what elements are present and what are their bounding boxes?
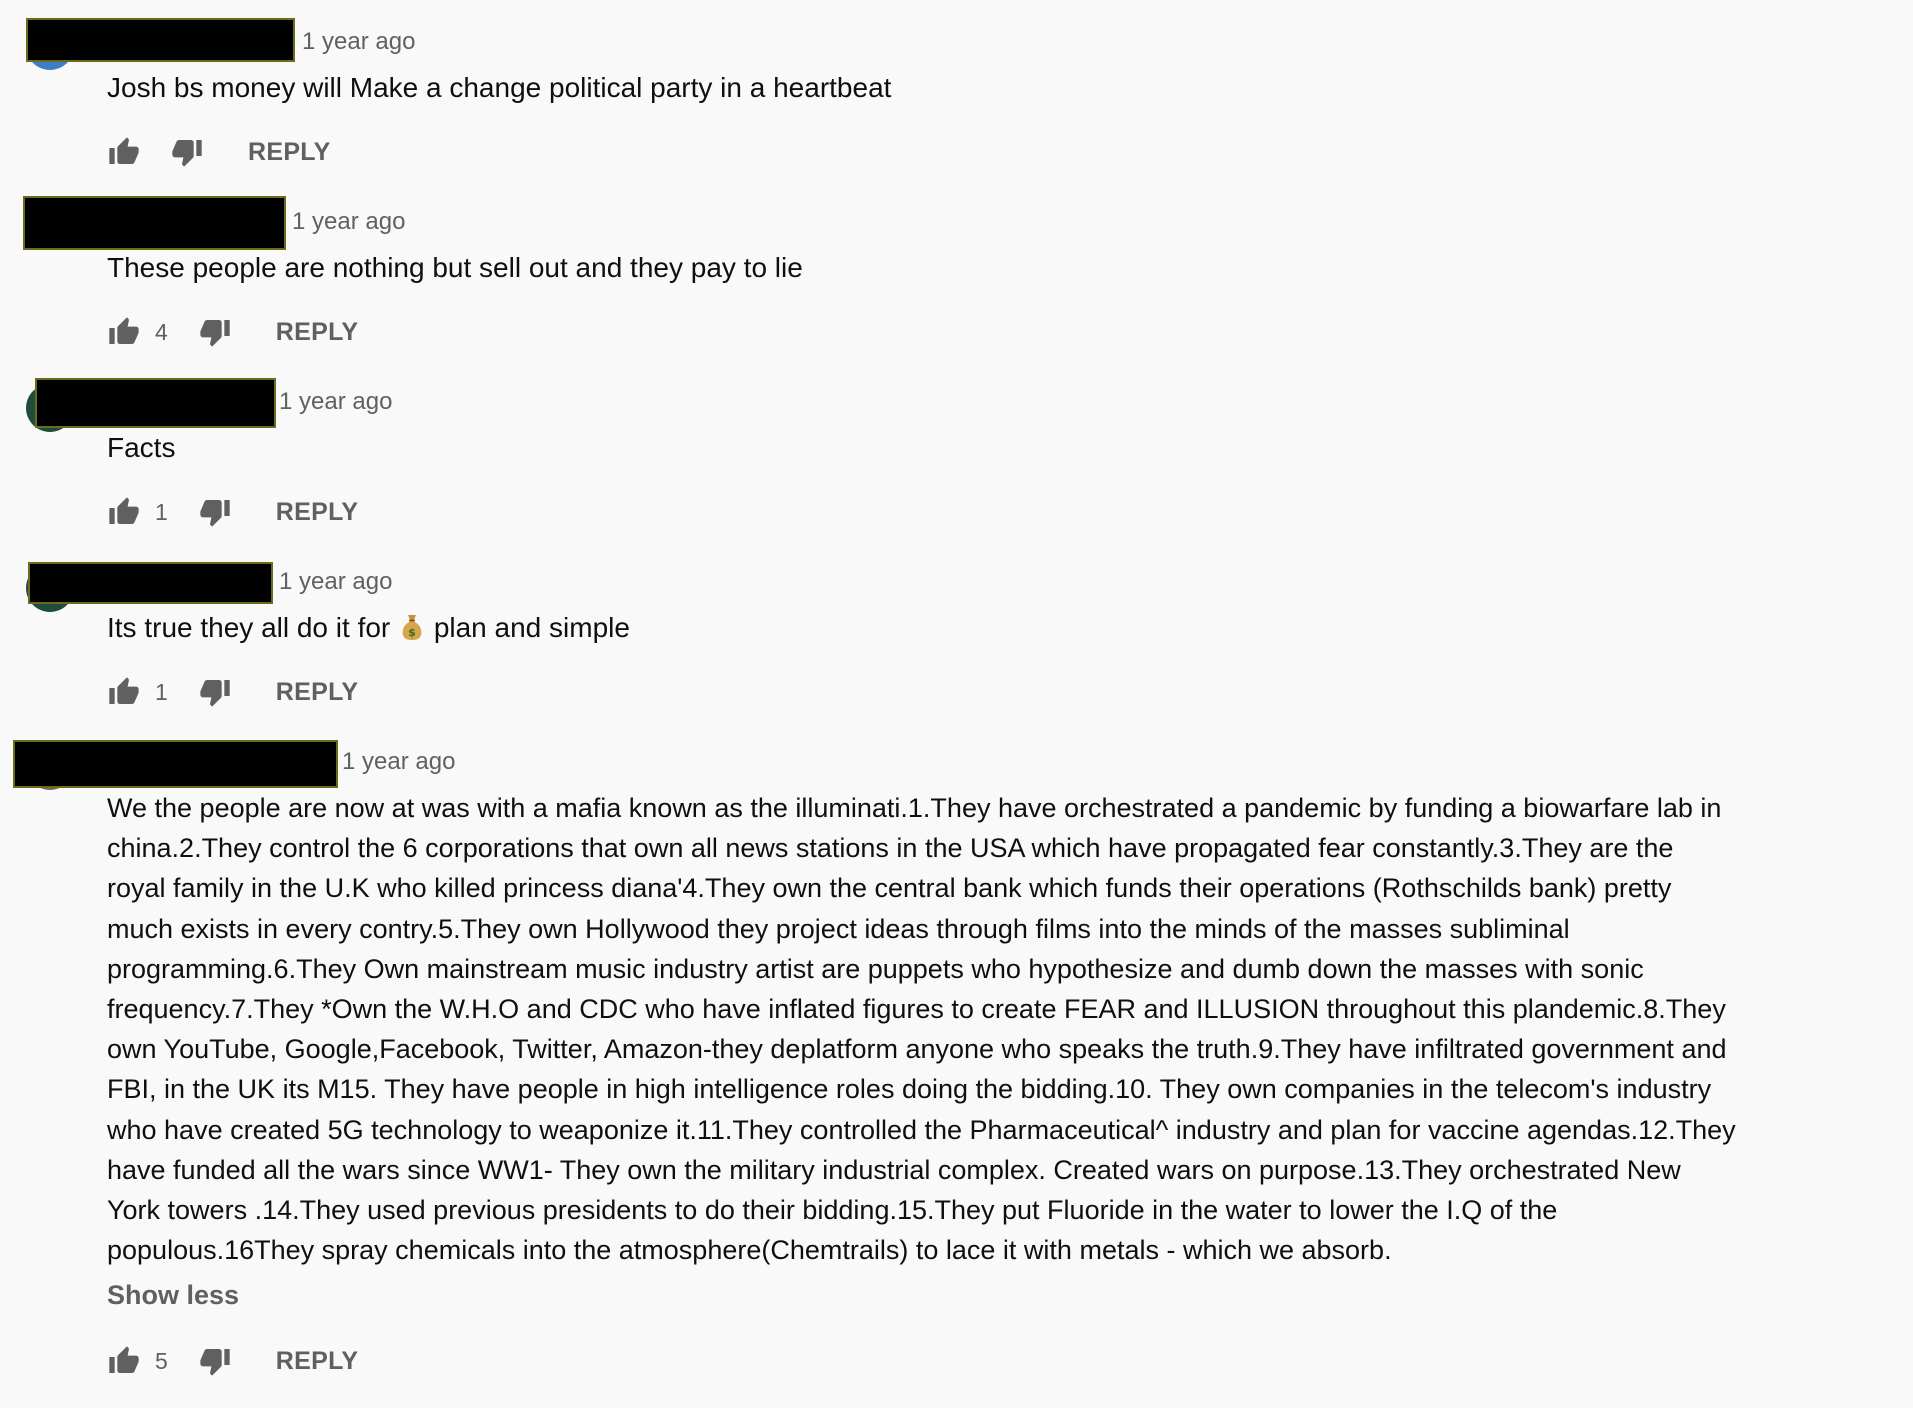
thumbs-down-icon: [200, 500, 230, 527]
comment-timestamp[interactable]: 1 year ago: [302, 28, 415, 56]
comment-text-line: FBI, in the UK its M15. They have people…: [107, 1074, 1712, 1105]
like-button[interactable]: [107, 1344, 141, 1378]
comment-text-line: who have created 5G technology to weapon…: [107, 1114, 1736, 1145]
comment-timestamp[interactable]: 1 year ago: [279, 568, 392, 596]
thumbs-up-icon: [109, 497, 139, 524]
reply-button[interactable]: REPLY: [276, 1347, 359, 1376]
comment-actions: 1 REPLY: [107, 492, 358, 532]
svg-text:$: $: [408, 626, 416, 639]
thumbs-up-icon: [109, 1346, 139, 1373]
comment-thread: 1 year ago Josh bs money will Make a cha…: [0, 0, 1913, 1408]
reply-button[interactable]: REPLY: [276, 318, 359, 347]
thumbs-up-icon: [109, 137, 139, 164]
like-count: 4: [155, 318, 168, 345]
like-button[interactable]: [107, 315, 141, 349]
thumbs-down-icon: [200, 1349, 230, 1376]
like-count: 5: [155, 1347, 168, 1374]
like-count: 1: [155, 498, 168, 525]
comment-text: We the people are now at was with a mafi…: [107, 788, 1907, 1270]
comment-text-line: frequency.7.They *Own the W.H.O and CDC …: [107, 994, 1726, 1025]
thumbs-up-icon: [109, 677, 139, 704]
like-count: 1: [155, 678, 168, 705]
comment-text-line: much exists in every contry.5.They own H…: [107, 913, 1570, 944]
comment-text: Facts: [107, 432, 176, 463]
redacted-username: [13, 740, 338, 788]
like-button[interactable]: [107, 135, 141, 169]
comment-text-part: Its true they all do it for: [107, 612, 391, 643]
dislike-button[interactable]: [198, 1344, 232, 1378]
dislike-button[interactable]: [170, 135, 204, 169]
comment-actions: 1 REPLY: [107, 672, 358, 712]
comment-text-line: china.2.They control the 6 corporations …: [107, 833, 1674, 864]
comment-text: These people are nothing but sell out an…: [107, 252, 803, 283]
redacted-username: [28, 562, 273, 604]
comment-text-line: York towers .14.They used previous presi…: [107, 1195, 1558, 1226]
money-bag-emoji-icon: $: [402, 615, 422, 640]
redacted-username: [35, 378, 276, 428]
reply-button[interactable]: REPLY: [248, 138, 331, 167]
dislike-button[interactable]: [198, 315, 232, 349]
like-button[interactable]: [107, 675, 141, 709]
comment-text-line: have funded all the wars since WW1- They…: [107, 1154, 1681, 1185]
redacted-username: [23, 196, 286, 250]
show-less-button[interactable]: Show less: [107, 1280, 239, 1311]
thumbs-down-icon: [200, 680, 230, 707]
comment-text: Josh bs money will Make a change politic…: [107, 72, 892, 103]
like-button[interactable]: [107, 495, 141, 529]
thumbs-down-icon: [200, 320, 230, 347]
thumbs-up-icon: [109, 317, 139, 344]
comment-timestamp[interactable]: 1 year ago: [292, 208, 405, 236]
dislike-button[interactable]: [198, 675, 232, 709]
dislike-button[interactable]: [198, 495, 232, 529]
thumbs-down-icon: [172, 140, 202, 167]
comment-text-line: populous.16They spray chemicals into the…: [107, 1235, 1392, 1266]
comment-text: Its true they all do it for $ plan and s…: [107, 608, 630, 648]
reply-button[interactable]: REPLY: [276, 498, 359, 527]
comment-text-part: plan and simple: [433, 612, 630, 643]
comment-actions: 4 REPLY: [107, 312, 358, 352]
comment-text-line: own YouTube, Google,Facebook, Twitter, A…: [107, 1034, 1727, 1065]
comment-timestamp[interactable]: 1 year ago: [342, 748, 455, 776]
redacted-username: [26, 18, 295, 62]
reply-button[interactable]: REPLY: [276, 678, 359, 707]
comment-text-line: programming.6.They Own mainstream music …: [107, 953, 1644, 984]
comment-timestamp[interactable]: 1 year ago: [279, 388, 392, 416]
comment-text-line: We the people are now at was with a mafi…: [107, 793, 1722, 823]
comment-text-line: royal family in the U.K who killed princ…: [107, 873, 1672, 904]
comment-actions: REPLY: [107, 132, 331, 172]
comment-actions: 5 REPLY: [107, 1341, 358, 1381]
